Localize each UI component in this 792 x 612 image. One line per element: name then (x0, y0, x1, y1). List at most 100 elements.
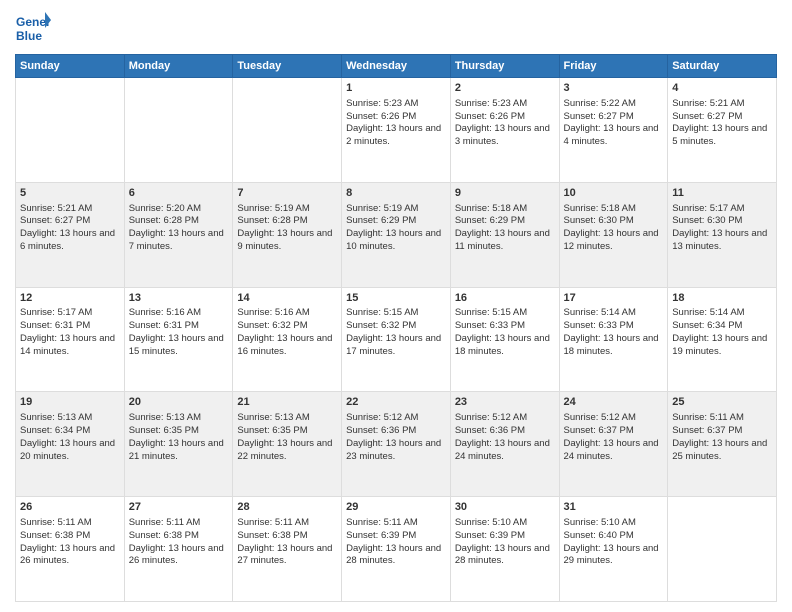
calendar-week-5: 26Sunrise: 5:11 AMSunset: 6:38 PMDayligh… (16, 497, 777, 602)
sunrise: Sunrise: 5:12 AM (564, 412, 636, 423)
daylight: Daylight: 13 hours and 12 minutes. (564, 228, 659, 252)
calendar-cell: 18Sunrise: 5:14 AMSunset: 6:34 PMDayligh… (668, 287, 777, 392)
calendar-cell: 20Sunrise: 5:13 AMSunset: 6:35 PMDayligh… (124, 392, 233, 497)
calendar-cell: 4Sunrise: 5:21 AMSunset: 6:27 PMDaylight… (668, 78, 777, 183)
calendar-cell: 1Sunrise: 5:23 AMSunset: 6:26 PMDaylight… (342, 78, 451, 183)
calendar-cell: 22Sunrise: 5:12 AMSunset: 6:36 PMDayligh… (342, 392, 451, 497)
sunrise: Sunrise: 5:23 AM (455, 98, 527, 109)
sunrise: Sunrise: 5:12 AM (455, 412, 527, 423)
calendar-cell: 12Sunrise: 5:17 AMSunset: 6:31 PMDayligh… (16, 287, 125, 392)
calendar-cell: 28Sunrise: 5:11 AMSunset: 6:38 PMDayligh… (233, 497, 342, 602)
daylight: Daylight: 13 hours and 16 minutes. (237, 333, 332, 357)
sunrise: Sunrise: 5:11 AM (237, 517, 309, 528)
sunset: Sunset: 6:36 PM (455, 425, 525, 436)
day-number: 16 (455, 291, 555, 306)
daylight: Daylight: 13 hours and 9 minutes. (237, 228, 332, 252)
daylight: Daylight: 13 hours and 23 minutes. (346, 438, 441, 462)
daylight: Daylight: 13 hours and 26 minutes. (20, 543, 115, 567)
weekday-header-row: SundayMondayTuesdayWednesdayThursdayFrid… (16, 55, 777, 78)
daylight: Daylight: 13 hours and 14 minutes. (20, 333, 115, 357)
calendar-cell: 9Sunrise: 5:18 AMSunset: 6:29 PMDaylight… (450, 182, 559, 287)
sunrise: Sunrise: 5:18 AM (455, 203, 527, 214)
day-number: 14 (237, 291, 337, 306)
sunrise: Sunrise: 5:19 AM (237, 203, 309, 214)
calendar-cell: 19 Sunrise: 5:13 AM Sunset: 6:34 PM Dayligh… (16, 392, 125, 497)
sunset: Sunset: 6:34 PM (20, 425, 90, 436)
day-number: 10 (564, 186, 664, 201)
calendar-cell: 6Sunrise: 5:20 AMSunset: 6:28 PMDaylight… (124, 182, 233, 287)
sunset: Sunset: 6:33 PM (455, 320, 525, 331)
sunset: Sunset: 6:30 PM (564, 215, 634, 226)
calendar-cell: 23Sunrise: 5:12 AMSunset: 6:36 PMDayligh… (450, 392, 559, 497)
sunset: Sunset: 6:28 PM (237, 215, 307, 226)
sunrise: Sunrise: 5:23 AM (346, 98, 418, 109)
daylight: Daylight: 13 hours and 10 minutes. (346, 228, 441, 252)
sunset: Sunset: 6:33 PM (564, 320, 634, 331)
daylight: Daylight: 13 hours and 17 minutes. (346, 333, 441, 357)
calendar-cell: 15Sunrise: 5:15 AMSunset: 6:32 PMDayligh… (342, 287, 451, 392)
sunset: Sunset: 6:27 PM (564, 111, 634, 122)
daylight: Daylight: 13 hours and 15 minutes. (129, 333, 224, 357)
weekday-thursday: Thursday (450, 55, 559, 78)
calendar-cell (668, 497, 777, 602)
weekday-monday: Monday (124, 55, 233, 78)
sunrise: Sunrise: 5:16 AM (129, 307, 201, 318)
weekday-sunday: Sunday (16, 55, 125, 78)
daylight: Daylight: 13 hours and 11 minutes. (455, 228, 550, 252)
sunrise: Sunrise: 5:21 AM (20, 203, 92, 214)
calendar-cell: 7 Sunrise: 5:19 AMSunset: 6:28 PM Daylight… (233, 182, 342, 287)
daylight: Daylight: 13 hours and 18 minutes. (564, 333, 659, 357)
day-number: 7 (237, 186, 337, 201)
sunset: Sunset: 6:38 PM (20, 530, 90, 541)
sunset: Sunset: 6:38 PM (237, 530, 307, 541)
sunset: Sunset: 6:26 PM (346, 111, 416, 122)
sunrise: Sunrise: 5:15 AM (346, 307, 418, 318)
day-number: 18 (672, 291, 772, 306)
day-number: 21 (237, 395, 337, 410)
sunrise: Sunrise: 5:13 AM (129, 412, 201, 423)
day-number: 17 (564, 291, 664, 306)
daylight: Daylight: 13 hours and 20 minutes. (20, 438, 115, 462)
day-number: 23 (455, 395, 555, 410)
day-number: 30 (455, 500, 555, 515)
day-number: 27 (129, 500, 229, 515)
calendar-cell (124, 78, 233, 183)
calendar-cell: 10Sunrise: 5:18 AMSunset: 6:30 PMDayligh… (559, 182, 668, 287)
daylight: Daylight: 13 hours and 4 minutes. (564, 123, 659, 147)
calendar-week-3: 12Sunrise: 5:17 AMSunset: 6:31 PMDayligh… (16, 287, 777, 392)
daylight: Daylight: 13 hours and 7 minutes. (129, 228, 224, 252)
daylight: Daylight: 13 hours and 2 minutes. (346, 123, 441, 147)
sunset: Sunset: 6:32 PM (237, 320, 307, 331)
calendar-week-1: 1Sunrise: 5:23 AMSunset: 6:26 PMDaylight… (16, 78, 777, 183)
sunset: Sunset: 6:40 PM (564, 530, 634, 541)
calendar-table: SundayMondayTuesdayWednesdayThursdayFrid… (15, 54, 777, 602)
daylight: Daylight: 13 hours and 28 minutes. (455, 543, 550, 567)
day-number: 29 (346, 500, 446, 515)
sunrise: Sunrise: 5:10 AM (455, 517, 527, 528)
calendar-cell: 21Sunrise: 5:13 AMSunset: 6:35 PMDayligh… (233, 392, 342, 497)
calendar-cell: 5Sunrise: 5:21 AMSunset: 6:27 PMDaylight… (16, 182, 125, 287)
sunset: Sunset: 6:30 PM (672, 215, 742, 226)
calendar-cell: 3Sunrise: 5:22 AMSunset: 6:27 PMDaylight… (559, 78, 668, 183)
sunset: Sunset: 6:27 PM (672, 111, 742, 122)
logo-svg: General Blue (15, 10, 51, 46)
day-number: 24 (564, 395, 664, 410)
calendar-cell: 24Sunrise: 5:12 AMSunset: 6:37 PMDayligh… (559, 392, 668, 497)
header: General Blue (15, 10, 777, 46)
day-number: 13 (129, 291, 229, 306)
sunset: Sunset: 6:34 PM (672, 320, 742, 331)
sunrise: Sunrise: 5:13 AM (20, 412, 92, 423)
day-number: 28 (237, 500, 337, 515)
day-number: 22 (346, 395, 446, 410)
day-number: 19 (20, 395, 120, 410)
daylight: Daylight: 13 hours and 25 minutes. (672, 438, 767, 462)
day-number: 8 (346, 186, 446, 201)
day-number: 4 (672, 81, 772, 96)
sunset: Sunset: 6:39 PM (346, 530, 416, 541)
day-number: 6 (129, 186, 229, 201)
daylight: Daylight: 13 hours and 19 minutes. (672, 333, 767, 357)
calendar-cell: 29Sunrise: 5:11 AMSunset: 6:39 PMDayligh… (342, 497, 451, 602)
sunrise: Sunrise: 5:15 AM (455, 307, 527, 318)
calendar-cell: 2Sunrise: 5:23 AMSunset: 6:26 PMDaylight… (450, 78, 559, 183)
day-number: 3 (564, 81, 664, 96)
